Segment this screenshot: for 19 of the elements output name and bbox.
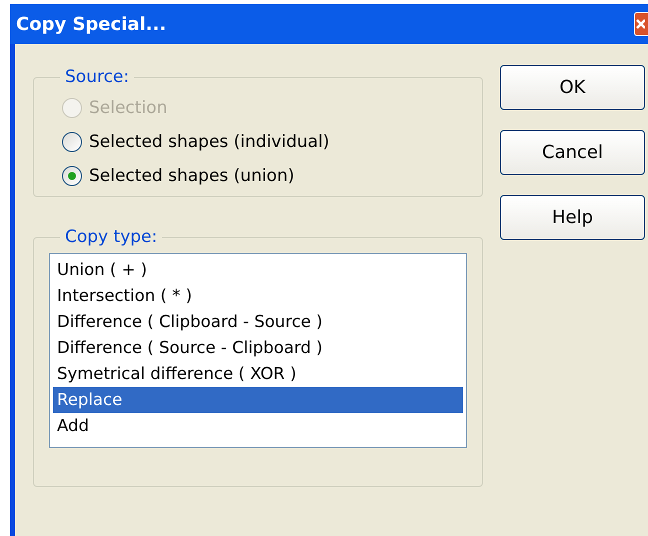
dialog-button[interactable]: Help bbox=[500, 195, 645, 240]
list-item[interactable]: Add bbox=[53, 412, 463, 438]
list-item[interactable]: Difference ( Clipboard - Source ) bbox=[53, 308, 463, 334]
close-button[interactable] bbox=[634, 12, 648, 36]
list-item[interactable]: Intersection ( * ) bbox=[53, 282, 463, 308]
dialog-button[interactable]: Cancel bbox=[500, 130, 645, 175]
list-item[interactable]: Symetrical difference ( XOR ) bbox=[53, 360, 463, 386]
group-label: Copy type: bbox=[64, 226, 158, 249]
radio-button[interactable] bbox=[62, 132, 82, 152]
close-icon bbox=[635, 18, 645, 30]
radio-option[interactable]: Selected shapes (individual) bbox=[62, 128, 454, 154]
group-label: Source: bbox=[64, 66, 130, 89]
window-title: Copy Special... bbox=[16, 12, 166, 36]
radio-option[interactable]: Selected shapes (union) bbox=[62, 162, 454, 188]
dialog-button[interactable]: OK bbox=[500, 65, 645, 110]
list-item[interactable]: Difference ( Source - Clipboard ) bbox=[53, 334, 463, 360]
radio-button[interactable] bbox=[62, 166, 82, 186]
list-item[interactable]: Replace bbox=[53, 386, 463, 412]
list-item[interactable]: Union ( + ) bbox=[53, 256, 463, 282]
